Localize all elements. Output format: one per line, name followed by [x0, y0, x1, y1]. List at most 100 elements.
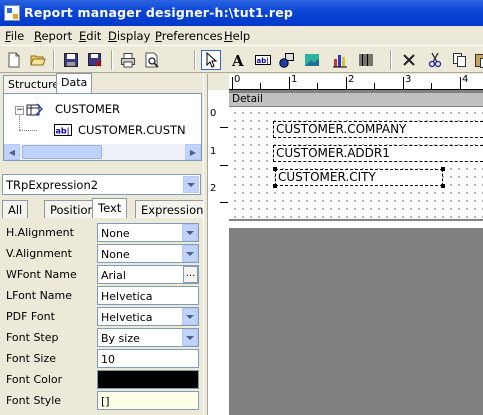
property-row: LFont Name Helvetica [2, 285, 200, 306]
property-value[interactable]: Helvetica [97, 307, 199, 326]
tab-text[interactable]: Text [92, 198, 128, 218]
vertical-ruler: 0 1 2 [208, 90, 229, 415]
report-field[interactable]: CUSTOMER.COMPANY [273, 121, 483, 138]
property-label: Font Color [6, 373, 63, 386]
delete-icon[interactable] [399, 50, 419, 70]
tab-expression[interactable]: Expression [135, 200, 210, 218]
property-label: WFont Name [6, 268, 77, 281]
property-label: Font Step [6, 331, 59, 344]
property-value[interactable]: None [97, 244, 199, 263]
property-value[interactable]: [] [97, 391, 199, 410]
save-as-icon[interactable] [85, 50, 105, 70]
report-field[interactable]: CUSTOMER.ADDR1 [273, 145, 483, 162]
shape-icon[interactable] [277, 50, 297, 70]
chevron-down-icon[interactable] [182, 224, 198, 241]
object-selector[interactable]: TRpExpression2 [2, 174, 201, 195]
property-value[interactable]: Arial... [97, 265, 199, 284]
property-row: Font Step By size [2, 327, 200, 348]
selection-handle[interactable] [441, 184, 445, 188]
property-value[interactable]: None [97, 223, 199, 242]
chevron-down-icon[interactable] [182, 329, 198, 346]
select-pointer-icon[interactable] [201, 50, 221, 70]
svg-text:A: A [231, 52, 244, 68]
selection-handle[interactable] [273, 167, 277, 171]
property-value[interactable]: By size [97, 328, 199, 347]
data-tree[interactable]: − CUSTOMER ab| CUSTOMER.CUSTN ◀ ▶ [3, 93, 202, 161]
tab-all[interactable]: All [2, 200, 29, 218]
ruler-number: 4 [462, 74, 469, 85]
property-label: Font Style [6, 394, 62, 407]
label-icon[interactable]: A [229, 50, 249, 70]
ellipsis-button[interactable]: ... [183, 266, 198, 283]
section-label: Detail [232, 93, 263, 105]
property-value[interactable]: Helvetica [97, 286, 199, 305]
menu-help[interactable]: Help [224, 29, 250, 43]
menu-preferences[interactable]: Preferences [155, 29, 223, 43]
menu-display[interactable]: Display [108, 29, 150, 43]
property-label: PDF Font [6, 310, 55, 323]
selection-handle[interactable] [441, 167, 445, 171]
property-row: PDF Font Helvetica [2, 306, 200, 327]
ruler-number: 1 [291, 74, 298, 85]
ruler-number: 3 [405, 74, 412, 85]
left-tabbar: Structure Data [0, 73, 200, 94]
print-icon[interactable] [118, 50, 138, 70]
object-selector-value: TRpExpression2 [6, 178, 99, 192]
open-icon[interactable] [28, 50, 48, 70]
collapse-icon[interactable]: − [15, 106, 24, 115]
section-header[interactable]: Detail [229, 93, 483, 107]
report-field-selected[interactable]: CUSTOMER.CITY [275, 169, 443, 186]
property-row: V.Alignment None [2, 243, 200, 264]
toolbar-separator [390, 50, 392, 70]
tree-root-label[interactable]: CUSTOMER [55, 102, 120, 118]
new-icon[interactable] [4, 50, 24, 70]
barcode-icon[interactable] [356, 50, 376, 70]
toolbar: A ab| [0, 45, 483, 73]
property-row: H.Alignment None [2, 222, 200, 243]
ruler-number: 1 [210, 146, 217, 157]
toolbar-separator [194, 50, 196, 70]
property-row: Font Size 10 [2, 348, 200, 369]
cut-icon[interactable] [425, 50, 445, 70]
property-value[interactable]: 10 [97, 349, 199, 368]
tab-structure[interactable]: Structure [3, 75, 65, 94]
expression-icon[interactable]: ab| [253, 50, 273, 70]
menu-report[interactable]: Report [34, 29, 72, 43]
menu-file[interactable]: File [5, 29, 24, 43]
band-footer [229, 220, 483, 228]
chevron-down-icon[interactable] [182, 308, 198, 325]
scroll-left-icon[interactable]: ◀ [4, 144, 20, 160]
menu-edit[interactable]: Edit [79, 29, 101, 43]
scroll-thumb[interactable] [22, 145, 102, 159]
property-tabbar: All Position Text Expression [0, 198, 210, 218]
tree-child-label[interactable]: CUSTOMER.CUSTN [78, 123, 186, 139]
chevron-down-icon[interactable] [182, 245, 198, 262]
property-row: WFont Name Arial... [2, 264, 200, 285]
save-icon[interactable] [61, 50, 81, 70]
tree-hscrollbar[interactable]: ◀ ▶ [4, 144, 201, 160]
toolbar-separator [53, 50, 55, 70]
property-row: Font Style [] [2, 390, 200, 411]
ruler-number: 2 [348, 74, 355, 85]
svg-text:ab|: ab| [257, 57, 269, 66]
chevron-down-icon[interactable] [183, 176, 199, 193]
toolbar-separator [111, 50, 113, 70]
ruler-number: 2 [210, 183, 217, 194]
paste-icon[interactable] [472, 50, 483, 70]
property-label: Font Size [6, 352, 57, 365]
print-preview-icon[interactable] [142, 50, 162, 70]
menu-bar: File Report Edit Display Preferences Hel… [0, 27, 483, 45]
horizontal-ruler: 0 1 2 3 4 [229, 74, 483, 90]
selection-handle[interactable] [273, 184, 277, 188]
color-swatch[interactable] [97, 370, 199, 389]
scroll-right-icon[interactable]: ▶ [185, 144, 201, 160]
detail-band[interactable]: CUSTOMER.COMPANY CUSTOMER.ADDR1 CUSTOMER… [229, 107, 483, 220]
ruler-number: 0 [234, 74, 241, 85]
copy-icon[interactable] [450, 50, 470, 70]
ruler-number: 0 [210, 108, 217, 119]
tab-data[interactable]: Data [56, 73, 93, 93]
chart-icon[interactable] [330, 50, 350, 70]
dataset-icon [26, 103, 44, 117]
property-label: V.Alignment [6, 247, 72, 260]
image-icon[interactable] [302, 50, 322, 70]
